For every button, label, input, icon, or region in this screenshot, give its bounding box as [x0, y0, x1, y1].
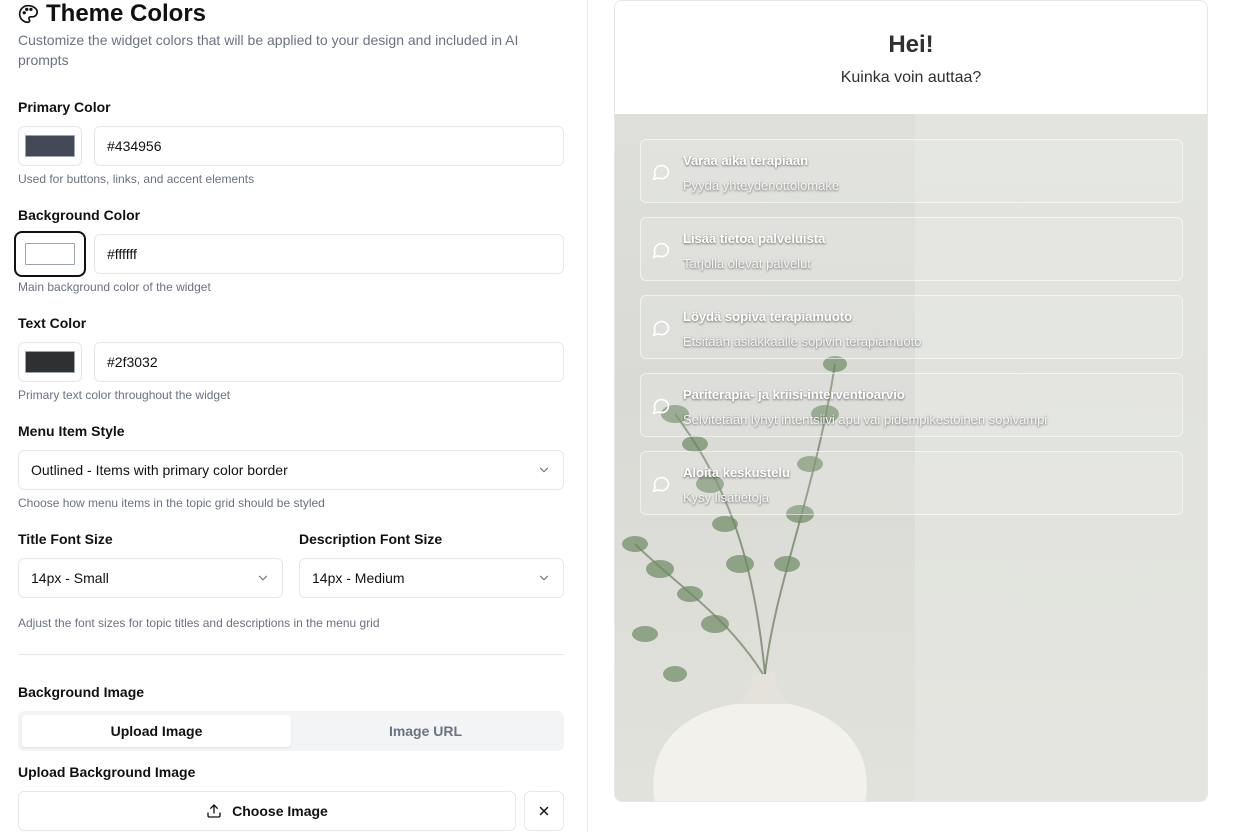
preview-menu-item[interactable]: Löydä sopiva terapiamuoto Etsitään asiak… — [640, 295, 1183, 359]
chat-bubble-icon — [652, 320, 670, 337]
text-color-swatch[interactable] — [18, 342, 82, 382]
menu-item-description: Kysy lisätietoja — [683, 490, 769, 505]
menu-item-title: Löydä sopiva terapiamuoto — [683, 309, 853, 324]
description-font-size-label: Description Font Size — [299, 531, 443, 547]
primary-color-help: Used for buttons, links, and accent elem… — [18, 172, 255, 186]
chat-bubble-icon — [652, 242, 670, 259]
background-color-label: Background Color — [18, 207, 141, 223]
preview-menu-item[interactable]: Pariterapia- ja kriisi-interventioarvio … — [640, 373, 1183, 437]
text-color-help: Primary text color throughout the widget — [18, 388, 231, 402]
preview-menu-item[interactable]: Lisää tietoa palveluista Tarjolla olevat… — [640, 217, 1183, 281]
menu-item-description: Etsitään asiakkaalle sopivin terapiamuot… — [683, 334, 922, 349]
background-color-swatch[interactable] — [14, 231, 86, 277]
palette-icon — [18, 4, 38, 24]
menu-item-title: Aloita keskustelu — [683, 465, 790, 480]
preview-menu-item[interactable]: Varaa aika terapiaan Pyydä yhteydenottol… — [640, 139, 1183, 203]
background-color-help: Main background color of the widget — [18, 280, 211, 294]
primary-color-swatch[interactable] — [18, 126, 82, 166]
background-image-tabs: Upload Image Image URL — [18, 711, 564, 751]
menu-item-style-select[interactable]: Outlined - Items with primary color bord… — [18, 450, 564, 490]
background-color-input[interactable]: #ffffff — [94, 234, 564, 274]
choose-image-button[interactable]: Choose Image — [18, 791, 516, 831]
menu-item-title: Pariterapia- ja kriisi-interventioarvio — [683, 387, 905, 402]
menu-item-description: Selvitetään lyhyt intentsiivi apu vai pi… — [683, 412, 1048, 427]
primary-color-label: Primary Color — [18, 99, 111, 115]
section-divider — [18, 654, 564, 655]
description-font-size-select[interactable]: 14px - Medium — [299, 558, 564, 598]
section-header: Theme Colors — [18, 0, 206, 28]
text-color-label: Text Color — [18, 315, 87, 331]
preview-menu-item[interactable]: Aloita keskustelu Kysy lisätietoja — [640, 451, 1183, 515]
title-font-size-label: Title Font Size — [18, 531, 113, 547]
menu-item-description: Pyydä yhteydenottolomake — [683, 178, 840, 193]
description-font-size-value: 14px - Medium — [312, 570, 405, 586]
font-size-help: Adjust the font sizes for topic titles a… — [18, 616, 380, 630]
menu-item-style-help: Choose how menu items in the topic grid … — [18, 496, 325, 510]
tab-image-url[interactable]: Image URL — [291, 715, 560, 747]
section-subtitle: Customize the widget colors that will be… — [18, 32, 519, 68]
menu-item-style-value: Outlined - Items with primary color bord… — [31, 462, 288, 478]
title-font-size-value: 14px - Small — [31, 570, 109, 586]
tab-upload-image[interactable]: Upload Image — [22, 715, 291, 747]
preview-header: Hei! Kuinka voin auttaa? — [615, 1, 1207, 114]
menu-item-description: Tarjolla olevat palvelut — [683, 256, 811, 271]
theme-settings-panel: Theme Colors Customize the widget colors… — [0, 0, 588, 832]
preview-subheading: Kuinka voin auttaa? — [840, 69, 982, 86]
clear-image-button[interactable] — [524, 791, 564, 831]
chat-bubble-icon — [652, 164, 670, 181]
chat-bubble-icon — [652, 398, 670, 415]
text-color-input[interactable]: #2f3032 — [94, 342, 564, 382]
background-image-label: Background Image — [18, 684, 145, 700]
text-color-chip — [25, 351, 75, 373]
chevron-down-icon — [539, 467, 549, 473]
menu-item-title: Lisää tietoa palveluista — [683, 231, 826, 246]
widget-preview: Hei! Kuinka voin auttaa? Varaa aika tera… — [614, 0, 1208, 802]
menu-item-title: Varaa aika terapiaan — [683, 153, 809, 168]
primary-color-input[interactable]: #434956 — [94, 126, 564, 166]
primary-color-chip — [25, 135, 75, 157]
background-color-chip — [25, 243, 75, 265]
choose-image-label: Choose Image — [232, 803, 328, 819]
chevron-down-icon — [539, 575, 549, 581]
upload-background-image-label: Upload Background Image — [18, 764, 196, 780]
title-font-size-select[interactable]: 14px - Small — [18, 558, 283, 598]
page-title: Theme Colors — [46, 0, 207, 27]
upload-icon — [207, 804, 221, 818]
menu-item-style-label: Menu Item Style — [18, 423, 125, 439]
preview-heading: Hei! — [888, 31, 934, 58]
close-icon — [539, 806, 549, 816]
chat-bubble-icon — [652, 476, 670, 493]
chevron-down-icon — [258, 575, 268, 581]
